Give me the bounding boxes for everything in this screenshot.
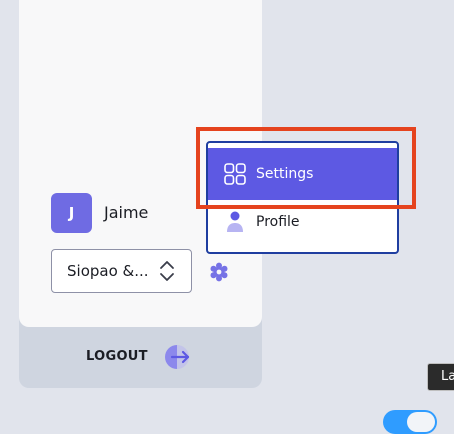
avatar[interactable]: J [51, 193, 92, 233]
menu-item-settings[interactable]: Settings [208, 148, 397, 200]
user-name: Jaime [104, 203, 149, 222]
chevron-up-down-icon [160, 261, 174, 281]
logout-button[interactable]: LOGOUT [86, 349, 148, 364]
menu-item-settings-label: Settings [256, 166, 314, 182]
gear-icon[interactable] [209, 262, 229, 282]
workspace-select-value: Siopao &... [67, 262, 149, 280]
user-menu-dropdown: Settings Profile [206, 141, 399, 254]
grid-icon [224, 163, 246, 185]
person-icon [227, 211, 243, 232]
tooltip: La [427, 363, 454, 391]
menu-item-profile-label: Profile [256, 214, 300, 230]
toggle-knob [407, 412, 435, 432]
workspace-select[interactable]: Siopao &... [51, 249, 192, 293]
logout-icon[interactable] [163, 343, 191, 371]
menu-item-profile[interactable]: Profile [208, 196, 397, 248]
toggle-switch[interactable] [383, 410, 437, 434]
